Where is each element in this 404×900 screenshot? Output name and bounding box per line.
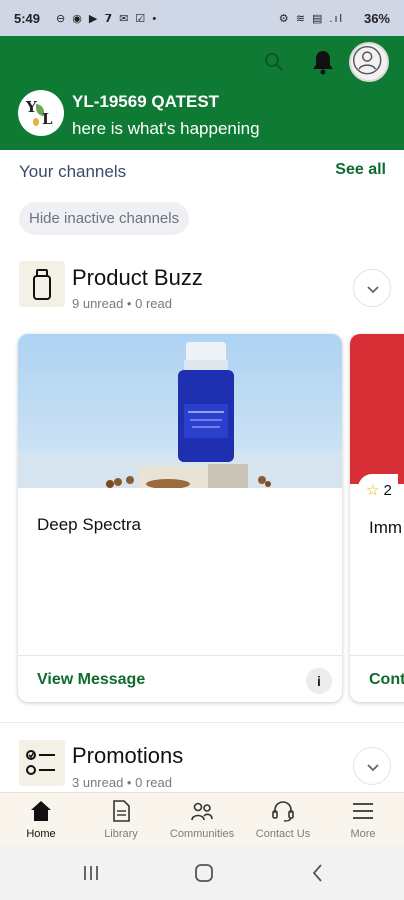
nav-label: Contact Us <box>255 828 311 840</box>
channel-meta: 3 unread • 0 read <box>72 775 172 790</box>
nav-label: Library <box>104 828 138 840</box>
chevron-down-icon <box>367 764 379 772</box>
brand-logo: Y L <box>18 90 64 136</box>
promotions-channel-icon <box>19 740 65 786</box>
system-status-icons: ⚙ ≋ ▤ .ıl <box>278 13 344 25</box>
star-icon: ☆ <box>366 482 380 499</box>
message-card[interactable]: ☆ 2 Imm Cont <box>350 334 404 702</box>
card-image <box>18 334 342 489</box>
home-button-icon[interactable] <box>192 861 216 885</box>
menu-icon <box>353 803 373 819</box>
main-content: Your channels See all Hide inactive chan… <box>0 150 404 792</box>
status-time: 5:49 <box>14 11 41 26</box>
expand-promotions-button[interactable] <box>353 747 391 785</box>
channel-name[interactable]: Product Buzz <box>72 265 203 291</box>
product-buzz-channel-icon <box>19 261 65 307</box>
channel-meta: 9 unread • 0 read <box>72 296 172 311</box>
recent-apps-icon[interactable] <box>79 861 103 885</box>
home-icon <box>31 801 51 821</box>
section-title: Your channels <box>19 162 127 181</box>
logo-letter-l: L <box>42 110 53 128</box>
document-icon <box>113 800 130 822</box>
nav-contact-us[interactable]: Contact Us <box>243 793 323 847</box>
user-name: YL-19569 QATEST <box>72 92 220 111</box>
nav-more[interactable]: More <box>323 793 403 847</box>
continue-button[interactable]: Cont <box>369 671 404 689</box>
nav-communities[interactable]: Communities <box>162 793 242 847</box>
nav-library[interactable]: Library <box>81 793 161 847</box>
section-divider <box>0 722 404 723</box>
greeting-text: here is what's happening <box>72 119 260 138</box>
user-icon <box>352 45 382 75</box>
divider <box>350 655 404 656</box>
rating-badge: ☆ 2 <box>358 474 398 508</box>
checklist-icon <box>26 750 55 775</box>
info-icon[interactable]: i <box>306 668 332 694</box>
nav-label: Home <box>26 828 56 840</box>
nav-label: More <box>350 828 376 840</box>
nav-label: Communities <box>169 828 235 840</box>
people-icon <box>191 802 213 821</box>
avatar[interactable] <box>349 42 389 82</box>
bottle-icon <box>33 269 51 300</box>
bottom-navigation: Home Library Communities Contact Us More <box>0 792 404 846</box>
card-title: Deep Spectra <box>37 515 141 534</box>
system-navigation-bar <box>0 846 404 900</box>
drop-icon <box>33 118 39 126</box>
chevron-down-icon <box>367 286 379 294</box>
bell-icon[interactable] <box>310 48 336 76</box>
status-bar: 5:49 ⊖ ◉ ▶ 𝟳 ✉ ☑ • ⚙ ≋ ▤ .ıl 36% <box>0 0 404 36</box>
battery-level: 36% <box>363 11 390 26</box>
search-icon[interactable] <box>262 50 286 74</box>
expand-product-buzz-button[interactable] <box>353 269 391 307</box>
hide-inactive-channels-button[interactable]: Hide inactive channels <box>19 202 190 235</box>
product-bottle-image <box>18 342 342 489</box>
view-message-button[interactable]: View Message <box>37 671 145 689</box>
card-title: Imm <box>369 518 403 537</box>
divider <box>18 655 342 656</box>
headset-icon <box>272 801 294 822</box>
channel-name[interactable]: Promotions <box>72 743 183 769</box>
see-all-link[interactable]: See all <box>335 161 386 179</box>
back-icon[interactable] <box>306 861 330 885</box>
nav-home[interactable]: Home <box>1 793 81 847</box>
message-card[interactable]: Deep Spectra View Message i <box>18 334 342 702</box>
notification-icons: ⊖ ◉ ▶ 𝟳 ✉ ☑ • <box>56 13 159 25</box>
card-image <box>350 334 404 484</box>
app-header: Y L YL-19569 QATEST here is what's happe… <box>0 36 404 150</box>
rating-value: 2 <box>383 482 392 499</box>
